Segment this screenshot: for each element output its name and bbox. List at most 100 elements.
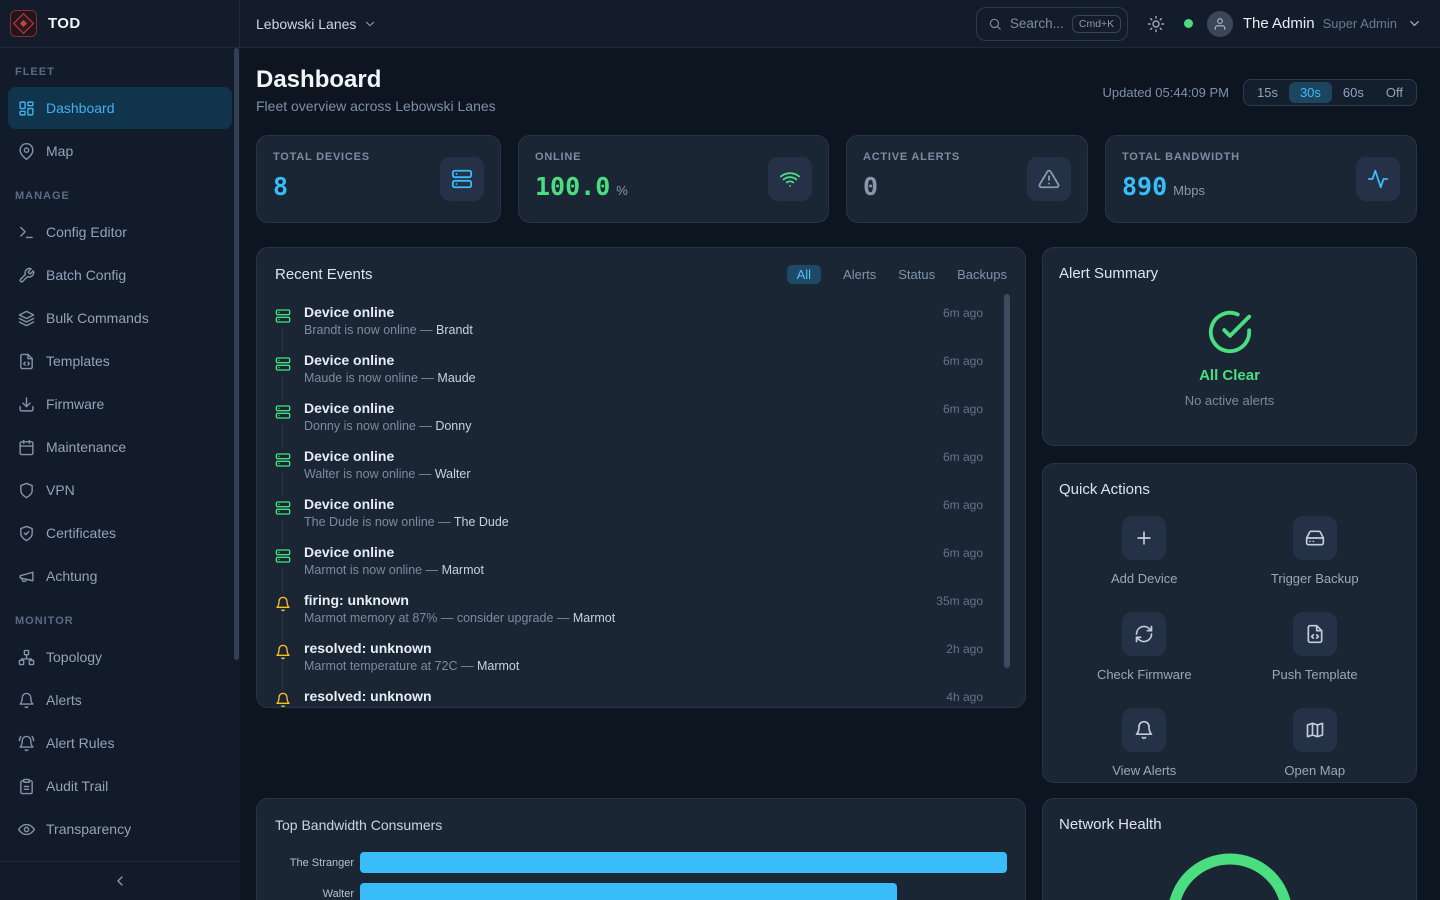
clipboard-icon xyxy=(18,778,35,795)
alert-summary-title: Alert Summary xyxy=(1059,265,1400,282)
event-row[interactable]: Device online Maude is now online — Maude… xyxy=(275,352,1007,400)
sidebar-item-certificates[interactable]: Certificates xyxy=(8,512,232,554)
user-menu-chevron-down-icon[interactable] xyxy=(1407,16,1422,31)
quick-action-open-map[interactable]: Open Map xyxy=(1230,708,1401,778)
events-tab-alerts[interactable]: Alerts xyxy=(843,267,876,282)
bandwidth-bar-row: Walter xyxy=(275,878,1007,900)
bell-icon xyxy=(275,594,291,614)
event-row[interactable]: Device onlineBrandt is now online — Bran… xyxy=(275,304,1007,352)
sidebar-item-label: Dashboard xyxy=(46,100,115,116)
map-icon xyxy=(1293,708,1337,752)
stat-value: 890 xyxy=(1122,172,1167,201)
plus-icon xyxy=(1122,516,1166,560)
event-title: resolved: unknown xyxy=(304,640,1007,656)
theme-toggle-sun-icon[interactable] xyxy=(1147,15,1165,33)
sidebar-item-bulk-commands[interactable]: Bulk Commands xyxy=(8,297,232,339)
shield-icon xyxy=(18,482,35,499)
event-description: Walter is now online — Walter xyxy=(304,467,1007,481)
sidebar-item-label: Templates xyxy=(46,353,110,369)
event-row[interactable]: Device onlineDonny is now online — Donny… xyxy=(275,400,1007,448)
interval-segment-off[interactable]: Off xyxy=(1375,82,1414,103)
wifi-icon xyxy=(768,157,812,201)
stat-card-total-devices: TOTAL DEVICES8 xyxy=(256,135,501,223)
quick-action-trigger-backup[interactable]: Trigger Backup xyxy=(1230,516,1401,586)
search-input[interactable]: Search... Cmd+K xyxy=(976,7,1128,41)
event-row[interactable]: Device onlineThe Dude is now online — Th… xyxy=(275,496,1007,544)
stat-card-online: ONLINE100.0% xyxy=(518,135,829,223)
sidebar-item-vpn[interactable]: VPN xyxy=(8,469,232,511)
event-description: Marmot memory at 87% — consider upgrade … xyxy=(304,611,1007,625)
org-name: Lebowski Lanes xyxy=(256,16,356,32)
sidebar-scrollbar[interactable] xyxy=(234,48,239,660)
quick-action-check-firmware[interactable]: Check Firmware xyxy=(1059,612,1230,682)
alert-summary-panel: Alert Summary All Clear No active alerts xyxy=(1042,247,1417,446)
sidebar-item-batch-config[interactable]: Batch Config xyxy=(8,254,232,296)
bandwidth-bar-track xyxy=(360,883,1007,900)
sidebar-item-label: Audit Trail xyxy=(46,778,108,794)
sidebar-item-label: Map xyxy=(46,143,73,159)
sidebar-item-label: VPN xyxy=(46,482,75,498)
page-subtitle: Fleet overview across Lebowski Lanes xyxy=(256,98,496,114)
sidebar-item-alerts[interactable]: Alerts xyxy=(8,679,232,721)
event-device-name: Brandt xyxy=(436,323,473,337)
event-device-name: Donny xyxy=(435,419,471,433)
sidebar-collapse-button[interactable] xyxy=(0,861,240,900)
event-device-name: Maude xyxy=(437,371,475,385)
events-tab-status[interactable]: Status xyxy=(898,267,935,282)
server-icon xyxy=(440,157,484,201)
sidebar-item-templates[interactable]: Templates xyxy=(8,340,232,382)
interval-segment-30s[interactable]: 30s xyxy=(1289,82,1332,103)
quick-action-label: Open Map xyxy=(1284,763,1345,778)
interval-segment-60s[interactable]: 60s xyxy=(1332,82,1375,103)
dashboard-icon xyxy=(18,100,35,117)
events-scrollbar[interactable] xyxy=(1004,294,1010,668)
sidebar-item-dashboard[interactable]: Dashboard xyxy=(8,87,232,129)
terminal-icon xyxy=(18,224,35,241)
top-bar: TOD Lebowski Lanes Search... Cmd+K The A… xyxy=(0,0,1440,48)
sidebar-item-alert-rules[interactable]: Alert Rules xyxy=(8,722,232,764)
page-title: Dashboard xyxy=(256,66,496,94)
alert-summary-detail: No active alerts xyxy=(1185,393,1275,408)
event-description: Donny is now online — Donny xyxy=(304,419,1007,433)
event-title: Device online xyxy=(304,544,1007,560)
sidebar-item-topology[interactable]: Topology xyxy=(8,636,232,678)
refresh-interval-segmented-control: 15s30s60sOff xyxy=(1243,79,1417,106)
sidebar-item-transparency[interactable]: Transparency xyxy=(8,808,232,850)
bandwidth-bar-row: The Stranger xyxy=(275,847,1007,878)
sidebar-item-config-editor[interactable]: Config Editor xyxy=(8,211,232,253)
sidebar-item-maintenance[interactable]: Maintenance xyxy=(8,426,232,468)
event-device-name: Walter xyxy=(435,467,471,481)
sidebar-item-label: Transparency xyxy=(46,821,131,837)
sidebar-item-audit-trail[interactable]: Audit Trail xyxy=(8,765,232,807)
event-row[interactable]: Device onlineMarmot is now online — Marm… xyxy=(275,544,1007,592)
avatar[interactable] xyxy=(1207,11,1233,37)
activity-icon xyxy=(1356,157,1400,201)
sidebar-section-label: MONITOR xyxy=(0,615,240,635)
stat-label: ONLINE xyxy=(535,151,628,163)
quick-action-push-template[interactable]: Push Template xyxy=(1230,612,1401,682)
sidebar-item-map[interactable]: Map xyxy=(8,130,232,172)
org-switcher[interactable]: Lebowski Lanes xyxy=(256,16,377,32)
updated-timestamp: Updated 05:44:09 PM xyxy=(1103,85,1229,100)
server-icon xyxy=(275,306,291,326)
interval-segment-15s[interactable]: 15s xyxy=(1246,82,1289,103)
event-row[interactable]: firing: unknownMarmot memory at 87% — co… xyxy=(275,592,1007,640)
quick-action-add-device[interactable]: Add Device xyxy=(1059,516,1230,586)
event-row[interactable]: resolved: unknownMarmot temperature at 7… xyxy=(275,640,1007,688)
quick-actions-title: Quick Actions xyxy=(1059,481,1400,498)
event-row[interactable]: Device onlineWalter is now online — Walt… xyxy=(275,448,1007,496)
sidebar-item-firmware[interactable]: Firmware xyxy=(8,383,232,425)
sidebar-item-achtung[interactable]: Achtung xyxy=(8,555,232,597)
event-row[interactable]: resolved: unknown4h ago xyxy=(275,688,1007,708)
events-tab-backups[interactable]: Backups xyxy=(957,267,1007,282)
server-icon xyxy=(275,354,291,374)
events-tab-all[interactable]: All xyxy=(787,265,821,284)
stat-card-total-bandwidth: TOTAL BANDWIDTH890Mbps xyxy=(1105,135,1417,223)
event-description: Maude is now online — Maude xyxy=(304,371,1007,385)
hard-drive-icon xyxy=(1293,516,1337,560)
quick-action-view-alerts[interactable]: View Alerts xyxy=(1059,708,1230,778)
event-device-name: Marmot xyxy=(477,659,519,673)
event-title: Device online xyxy=(304,352,1007,368)
bell-ring-icon xyxy=(18,735,35,752)
sidebar-item-label: Config Editor xyxy=(46,224,127,240)
